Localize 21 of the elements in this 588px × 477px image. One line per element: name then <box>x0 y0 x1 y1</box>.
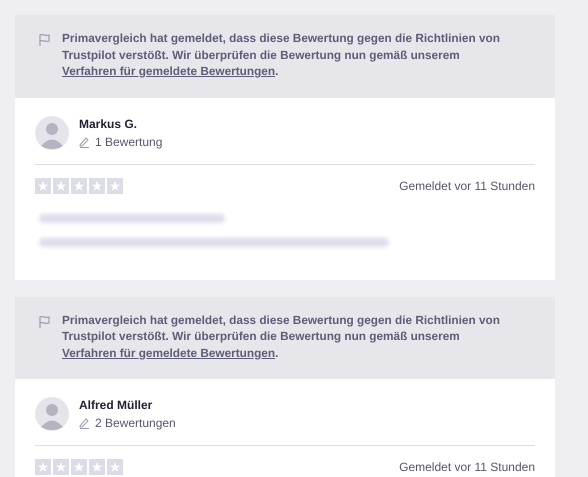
review-count-text: 2 Bewertungen <box>95 416 176 430</box>
reviewer-name: Alfred Müller <box>79 398 154 412</box>
avatar-icon <box>35 116 69 150</box>
policy-link[interactable]: Verfahren für gemeldete Bewertungen <box>62 346 276 360</box>
pencil-icon <box>79 417 90 429</box>
avatar-icon <box>35 397 69 431</box>
star-icon <box>107 178 123 194</box>
flag-icon <box>38 314 52 328</box>
report-date: Gemeldet vor 11 Stunden <box>399 460 535 474</box>
star-icon <box>53 178 69 194</box>
pencil-icon <box>79 136 90 148</box>
policy-link[interactable]: Verfahren für gemeldete Bewertungen <box>62 64 276 78</box>
flag-icon <box>38 33 52 47</box>
star-icon <box>71 178 87 194</box>
reviewer-name: Markus G. <box>79 116 138 130</box>
star-icon <box>35 178 51 194</box>
review-count-text: 1 Bewertung <box>95 134 162 148</box>
star-icon <box>89 178 105 194</box>
notice-text: Primavergleich hat gemeldet, dass diese Bewertung gegen die Richtlinien von Trustpilot verstößt. Wir überprüfen die Bewertung nun gemäß unserem Verfahren für gemeldete Bewertungen. <box>62 312 501 361</box>
notice-text: Primavergleich hat gemeldet, dass diese Bewertung gegen die Richtlinien von Trustpilot verstößt. Wir überprüfen die Bewertung nun gemäß unserem Verfahren für gemeldete Bewertungen. <box>62 30 501 80</box>
report-date: Gemeldet vor 11 Stunden <box>399 178 535 192</box>
